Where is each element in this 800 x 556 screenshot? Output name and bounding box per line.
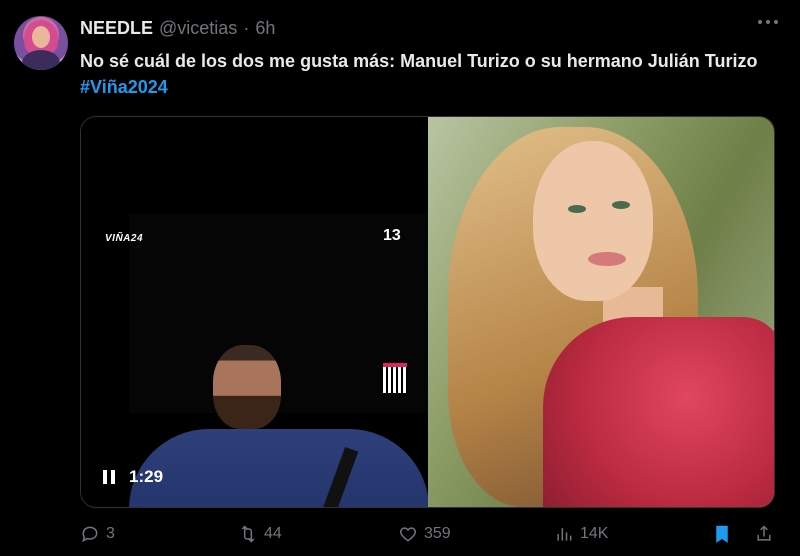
video-time: 1:29 bbox=[129, 467, 164, 486]
like-button[interactable]: 359 bbox=[398, 524, 451, 544]
heart-icon bbox=[399, 527, 417, 542]
performer-head bbox=[213, 345, 281, 429]
woman-face bbox=[533, 141, 653, 301]
views-count: 14K bbox=[580, 525, 609, 542]
bookmark-button[interactable] bbox=[712, 524, 732, 544]
hashtag-link[interactable]: #Viña2024 bbox=[80, 77, 168, 97]
video-player[interactable]: VIÑA24 13 1:29 bbox=[81, 117, 429, 507]
media-grid: VIÑA24 13 1:29 bbox=[80, 116, 775, 508]
festival-logo: VIÑA24 bbox=[105, 233, 144, 244]
post-time[interactable]: 6h bbox=[255, 18, 275, 39]
share-button[interactable] bbox=[754, 524, 774, 544]
woman-eye-right bbox=[612, 201, 630, 209]
woman-shirt bbox=[543, 317, 774, 507]
pause-icon[interactable] bbox=[103, 470, 115, 484]
channel-logo: 13 bbox=[383, 227, 401, 244]
performer-body bbox=[129, 429, 429, 507]
share-icon bbox=[757, 525, 771, 541]
author-handle[interactable]: @vicetias bbox=[159, 18, 237, 39]
post-body: No sé cuál de los dos me gusta más: Manu… bbox=[80, 51, 758, 71]
like-count: 359 bbox=[424, 525, 451, 542]
photo-image[interactable] bbox=[428, 117, 774, 507]
video-controls: 1:29 bbox=[103, 467, 163, 487]
post-text: No sé cuál de los dos me gusta más: Manu… bbox=[80, 48, 760, 100]
more-icon[interactable] bbox=[758, 20, 778, 24]
avatar[interactable] bbox=[14, 16, 68, 70]
avatar-face bbox=[32, 26, 50, 48]
woman-eye-left bbox=[568, 205, 586, 213]
reply-count: 3 bbox=[106, 525, 115, 542]
avatar-body bbox=[22, 50, 60, 70]
qr-code bbox=[383, 363, 407, 393]
author-name[interactable]: NEEDLE bbox=[80, 18, 153, 39]
action-bar: 3 44 359 14K bbox=[80, 524, 780, 552]
post-header: NEEDLE @vicetias · 6h bbox=[80, 18, 275, 39]
bookmark-icon bbox=[716, 525, 728, 543]
separator: · bbox=[243, 18, 250, 38]
retweet-count: 44 bbox=[264, 525, 282, 542]
views-button[interactable]: 14K bbox=[554, 524, 608, 544]
reply-icon bbox=[82, 526, 98, 543]
views-icon bbox=[557, 528, 572, 541]
retweet-button[interactable]: 44 bbox=[238, 524, 282, 544]
retweet-icon bbox=[241, 525, 255, 543]
woman-lips bbox=[588, 252, 626, 266]
reply-button[interactable]: 3 bbox=[80, 524, 115, 544]
